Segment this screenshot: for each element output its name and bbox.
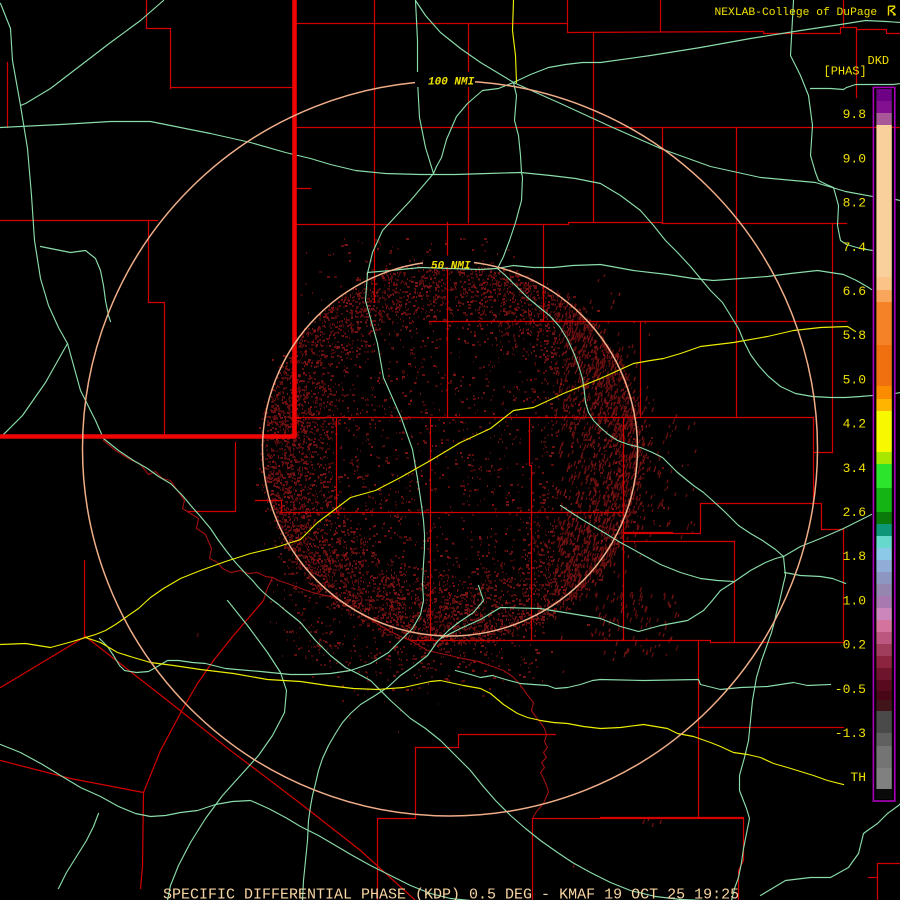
svg-text:-0.5: -0.5 <box>835 682 866 697</box>
svg-text:DKD: DKD <box>868 54 890 68</box>
svg-text:1.8: 1.8 <box>843 549 866 564</box>
svg-text:6.6: 6.6 <box>843 284 866 299</box>
svg-text:1.0: 1.0 <box>843 593 866 608</box>
svg-text:TH: TH <box>850 770 866 785</box>
svg-text:0.2: 0.2 <box>843 638 866 653</box>
svg-text:9.8: 9.8 <box>843 107 866 122</box>
svg-text:9.0: 9.0 <box>843 151 866 166</box>
svg-text:NEXLAB-College of DuPage: NEXLAB-College of DuPage <box>715 7 878 19</box>
svg-text:5.8: 5.8 <box>843 328 866 343</box>
svg-text:4.2: 4.2 <box>843 417 866 432</box>
svg-text:2.6: 2.6 <box>843 505 866 520</box>
svg-text:50 NMI: 50 NMI <box>431 261 471 273</box>
svg-text:SPECIFIC DIFFERENTIAL PHASE (K: SPECIFIC DIFFERENTIAL PHASE (KDP) 0.5 DE… <box>163 887 739 900</box>
svg-text:8.2: 8.2 <box>843 196 866 211</box>
svg-text:-1.3: -1.3 <box>835 726 866 741</box>
svg-text:[PHAS]: [PHAS] <box>824 65 867 79</box>
svg-text:5.0: 5.0 <box>843 372 866 387</box>
svg-text:3.4: 3.4 <box>843 461 867 476</box>
svg-text:7.4: 7.4 <box>843 240 867 255</box>
svg-text:100 NMI: 100 NMI <box>428 77 475 89</box>
